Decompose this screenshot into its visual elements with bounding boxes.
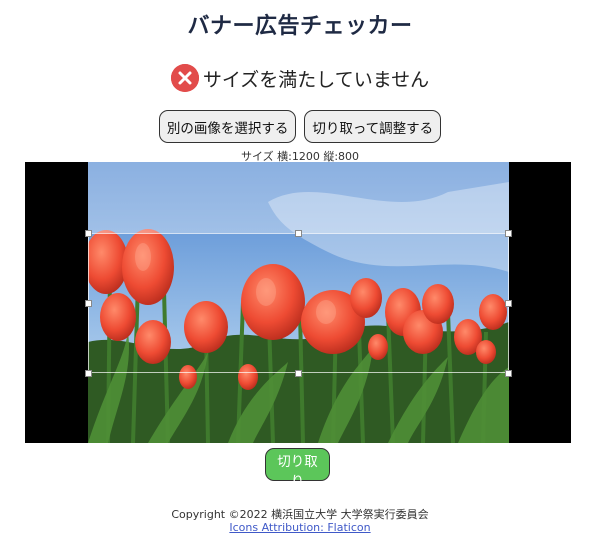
crop-handle-bottom-left[interactable] [85,370,92,377]
select-other-image-button[interactable]: 別の画像を選択する [158,110,297,143]
status-text: サイズを満たしていません [202,68,430,91]
attribution-link[interactable]: Icons Attribution: Flaticon [229,521,370,534]
crop-outside-overlay [88,162,509,233]
crop-handle-top-right[interactable] [505,230,512,237]
x-circle-icon [170,64,199,92]
crop-handle-bottom-right[interactable] [505,370,512,377]
crop-handle-middle-right[interactable] [505,300,512,307]
crop-handle-bottom-center[interactable] [295,370,302,377]
crop-button[interactable]: 切り取り [265,448,330,490]
action-buttons: 別の画像を選択する 切り取って調整する [0,110,600,143]
crop-handle-top-center[interactable] [295,230,302,237]
crop-handle-middle-left[interactable] [85,300,92,307]
copyright-text: Copyright ©2022 横浜国立大学 大学祭実行委員会 [171,508,429,521]
cropper-stage[interactable] [25,162,571,443]
page-title: バナー広告チェッカー [187,14,413,39]
crop-handle-top-left[interactable] [85,230,92,237]
crop-adjust-button[interactable]: 切り取って調整する [304,110,442,143]
attribution: Icons Attribution: Flaticon [0,521,600,534]
status-message-row: サイズを満たしていません [0,64,600,92]
crop-selection-box[interactable] [88,233,509,373]
